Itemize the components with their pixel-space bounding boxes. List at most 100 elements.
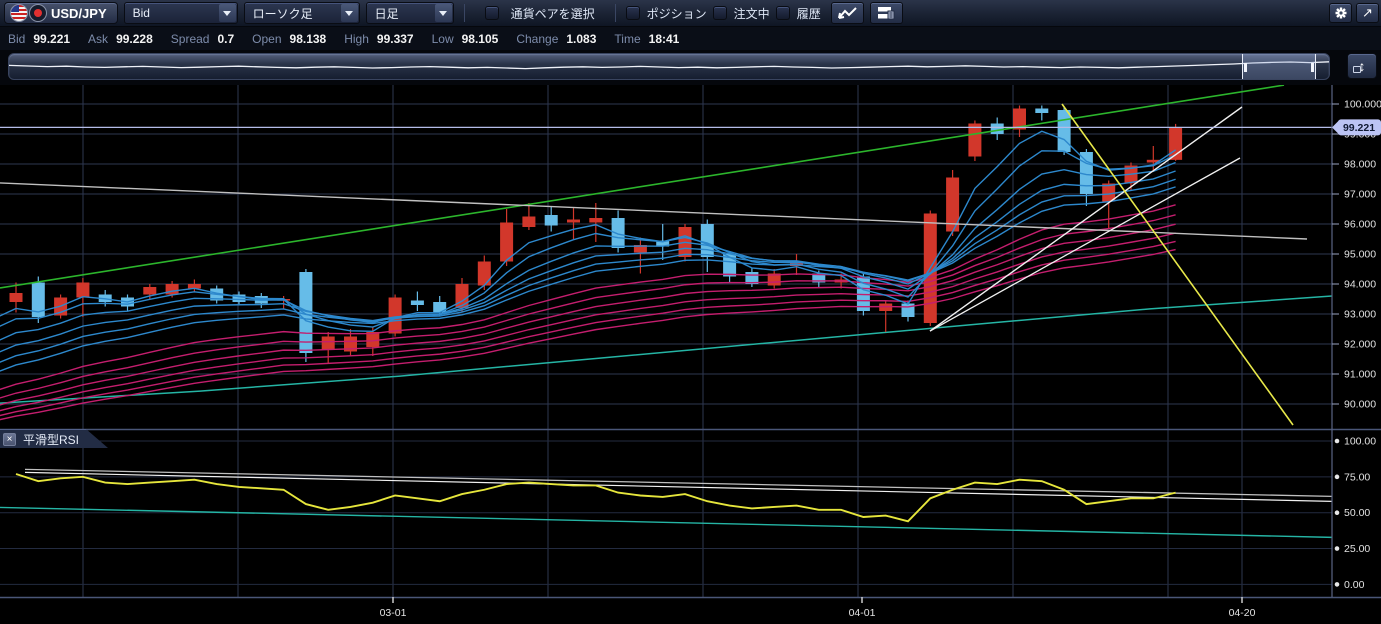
quote-high: High99.337 <box>344 32 413 46</box>
quote-row: Bid99.221 Ask99.228 Spread0.7 Open98.138… <box>0 27 1381 50</box>
rsi-axis-label: 25.00 <box>1344 543 1370 555</box>
gmma-long-line <box>0 224 1176 406</box>
candle-body <box>991 124 1004 135</box>
us-flag-icon <box>10 4 28 22</box>
date-axis-label: 04-01 <box>849 607 876 619</box>
price-axis: 100.00099.00098.00097.00096.00095.00094.… <box>1332 99 1381 411</box>
rsi-axis-label: 75.00 <box>1344 471 1370 483</box>
price-chart[interactable]: 100.00099.00098.00097.00096.00095.00094.… <box>0 85 1381 624</box>
price-axis-label: 91.000 <box>1344 369 1376 381</box>
candle-body <box>143 287 156 295</box>
price-axis-label: 94.000 <box>1344 279 1376 291</box>
toolbar-separator <box>615 4 616 22</box>
price-type-select[interactable]: Bid <box>124 2 238 24</box>
candle-body <box>456 284 469 308</box>
quote-low: Low98.105 <box>432 32 499 46</box>
checkbox-icon <box>485 6 499 20</box>
gmma-long-line <box>0 205 1176 392</box>
positions-checkbox[interactable]: ポジション <box>626 5 707 22</box>
close-icon: × <box>7 434 13 445</box>
gear-icon <box>1334 6 1348 20</box>
price-badge-value: 99.221 <box>1343 122 1375 134</box>
currency-pair-button[interactable]: USD/JPY <box>4 2 118 24</box>
pair-label: USD/JPY <box>51 6 107 21</box>
gmma-short-line <box>0 163 1176 343</box>
chart-navigator[interactable] <box>8 53 1330 80</box>
candle-body <box>411 301 424 306</box>
candle-body <box>478 262 491 286</box>
chart-type-select[interactable]: ローソク足 <box>244 2 360 24</box>
navigator-zone: ↕ <box>0 50 1381 85</box>
order-lines-button[interactable] <box>831 2 864 24</box>
price-axis-label: 96.000 <box>1344 219 1376 231</box>
quote-spread: Spread0.7 <box>171 32 234 46</box>
price-badge-arrow <box>1332 120 1339 134</box>
fx-chart-app: USD/JPY Bid ローソク足 日足 通貨ペアを選択 ポジション 注文中 <box>0 0 1381 624</box>
checkbox-icon <box>713 6 727 20</box>
date-axis-label: 03-01 <box>380 607 407 619</box>
candle-body <box>10 293 23 302</box>
japan-flag-icon <box>29 4 47 22</box>
quote-time: Time18:41 <box>614 32 679 46</box>
candle-body <box>589 218 602 223</box>
candle-body <box>1058 110 1071 152</box>
settings-button[interactable] <box>1329 3 1352 23</box>
navigator-selection[interactable] <box>1242 54 1316 80</box>
toolbar-right-group: ↗ <box>1329 3 1381 23</box>
rsi-close-button[interactable]: × <box>3 433 16 446</box>
gmma-long-line <box>0 215 1176 400</box>
gmma-long-line <box>0 250 1176 422</box>
toolbar-separator <box>464 4 465 22</box>
navigator-line <box>9 62 1329 69</box>
price-axis-label: 100.000 <box>1344 99 1381 111</box>
quote-change: Change1.083 <box>516 32 596 46</box>
rsi-panel-title: 平滑型RSI <box>23 431 79 448</box>
gmma-long-line <box>0 241 1176 417</box>
quote-open: Open98.138 <box>252 32 326 46</box>
date-axis: 03-01 04-01 04-20 <box>380 597 1256 619</box>
panel-list-button[interactable] <box>870 2 903 24</box>
navigator-sparkline <box>9 54 1329 79</box>
candle-body <box>389 298 402 334</box>
candle-body <box>1035 109 1048 114</box>
price-axis-label: 92.000 <box>1344 339 1376 351</box>
open-orders-checkbox[interactable]: 注文中 <box>713 5 770 22</box>
candle-body <box>322 337 335 351</box>
timeframe-value: 日足 <box>375 5 399 22</box>
candle-body <box>545 215 558 226</box>
panels-icon <box>877 5 895 21</box>
rsi-plot <box>0 469 1332 537</box>
rsi-axis-label: 0.00 <box>1344 579 1365 591</box>
popout-button[interactable]: ↗ <box>1356 3 1379 23</box>
price-type-value: Bid <box>133 6 150 20</box>
history-checkbox[interactable]: 履歴 <box>776 5 821 22</box>
pair-select-checkbox[interactable]: 通貨ペアを選択 <box>475 5 605 22</box>
date-axis-label: 04-20 <box>1229 607 1256 619</box>
mini-window-icon <box>1353 66 1361 73</box>
price-axis-label: 95.000 <box>1344 249 1376 261</box>
price-axis-label: 98.000 <box>1344 159 1376 171</box>
rsi-trendline-rsi-gray[interactable] <box>25 469 1332 496</box>
candle-body <box>500 223 513 262</box>
gridlines <box>0 85 1332 597</box>
price-axis-label: 97.000 <box>1344 189 1376 201</box>
trend-arrow-icon <box>836 5 858 21</box>
checkbox-icon <box>626 6 640 20</box>
navigator-handle-left[interactable] <box>1244 63 1247 72</box>
navigator-resize-button[interactable]: ↕ <box>1347 53 1377 79</box>
price-axis-label: 93.000 <box>1344 309 1376 321</box>
quote-ask: Ask99.228 <box>88 32 153 46</box>
checkbox-icon <box>776 6 790 20</box>
candle-body <box>522 217 535 228</box>
price-axis-label: 90.000 <box>1344 399 1376 411</box>
chart-type-value: ローソク足 <box>253 5 313 22</box>
popout-arrow-icon: ↗ <box>1362 5 1373 21</box>
candle-body <box>567 220 580 223</box>
rsi-trendline-rsi-cyan[interactable] <box>0 507 1332 537</box>
rsi-axis-label: 100.00 <box>1344 436 1376 448</box>
gmma-short-line <box>0 187 1176 374</box>
timeframe-select[interactable]: 日足 <box>366 2 454 24</box>
navigator-handle-right[interactable] <box>1311 63 1314 72</box>
gmma-short-line <box>0 151 1176 329</box>
rsi-axis: 100.0075.0050.0025.000.00 <box>1335 436 1377 591</box>
